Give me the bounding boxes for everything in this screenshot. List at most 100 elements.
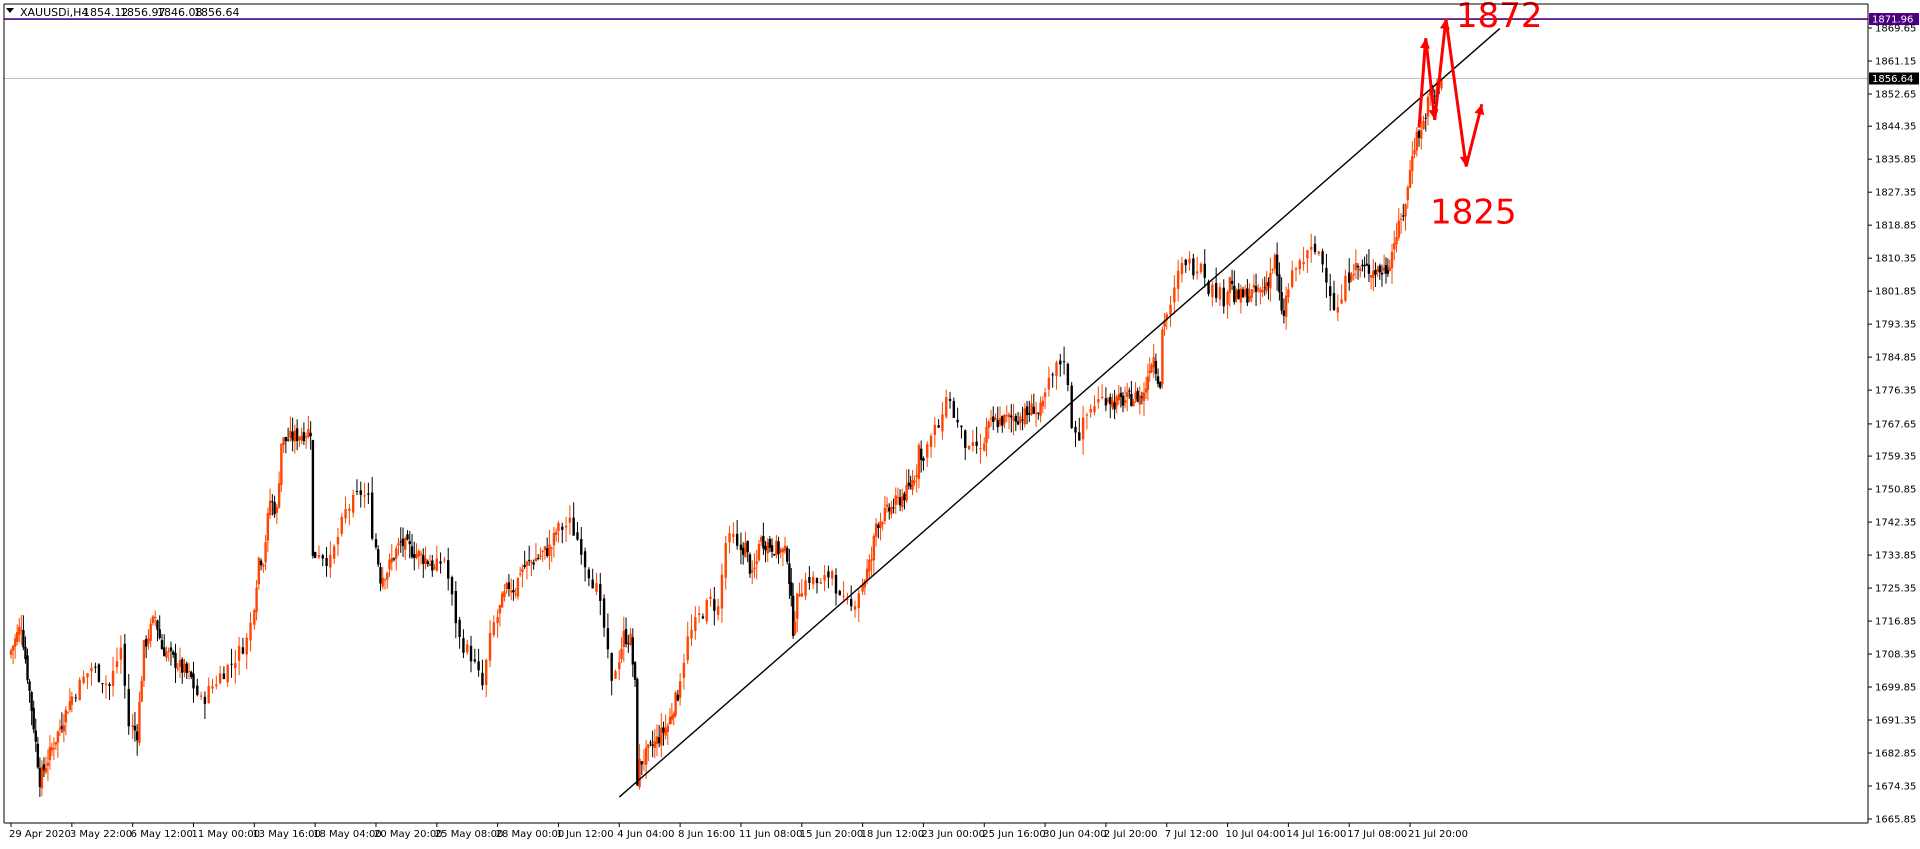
price-tick-label: 1827.35 bbox=[1875, 188, 1916, 199]
candle-body bbox=[24, 646, 27, 660]
candle-body bbox=[1336, 307, 1340, 313]
candle-body bbox=[1203, 263, 1206, 278]
candle-body bbox=[410, 546, 414, 557]
time-tick-label: 20 May 20:00 bbox=[374, 829, 443, 840]
candle-body bbox=[300, 435, 303, 441]
candle-body bbox=[149, 623, 152, 641]
candle-body bbox=[26, 655, 29, 681]
candle-body bbox=[760, 536, 763, 542]
annotation-label: 1872 bbox=[1456, 0, 1543, 36]
candle-body bbox=[104, 683, 108, 685]
candle-body bbox=[259, 560, 263, 566]
candle-body bbox=[530, 561, 533, 563]
candle-body bbox=[1259, 289, 1262, 293]
candle-body bbox=[218, 673, 222, 684]
candle-body bbox=[868, 559, 871, 572]
candle-body bbox=[610, 652, 613, 681]
candle-body bbox=[1424, 117, 1427, 119]
candle-body bbox=[894, 495, 897, 505]
candle-body bbox=[355, 490, 359, 492]
candle-body bbox=[735, 533, 739, 546]
candle-body bbox=[539, 555, 542, 557]
candle-body bbox=[46, 762, 50, 766]
candle-body bbox=[163, 647, 166, 657]
candle-body bbox=[1062, 361, 1066, 363]
candle-body bbox=[1136, 390, 1139, 402]
candle-body bbox=[271, 501, 274, 503]
candle-body bbox=[36, 743, 40, 768]
candle-body bbox=[1081, 417, 1085, 440]
candle-body bbox=[744, 542, 747, 558]
candle-body bbox=[1235, 290, 1238, 300]
candle-body bbox=[404, 538, 407, 550]
candle-body bbox=[644, 747, 648, 765]
candle-body bbox=[196, 685, 199, 696]
candle-body bbox=[1313, 243, 1317, 252]
candle-body bbox=[768, 538, 772, 548]
candle-body bbox=[500, 593, 504, 608]
candle-body bbox=[865, 568, 869, 581]
candle-body bbox=[857, 593, 860, 608]
candle-body bbox=[1066, 363, 1070, 386]
candle bbox=[1070, 382, 1073, 430]
candle-body bbox=[1298, 260, 1301, 270]
candle-body bbox=[1244, 289, 1247, 296]
candle-body bbox=[651, 744, 654, 746]
candle-body bbox=[568, 517, 572, 523]
candle-body bbox=[987, 421, 990, 428]
price-tick-label: 1682.85 bbox=[1875, 749, 1916, 760]
candle-body bbox=[1113, 402, 1116, 410]
candle-body bbox=[302, 432, 306, 442]
candle-body bbox=[1321, 251, 1324, 265]
candle-body bbox=[979, 448, 982, 450]
candle-body bbox=[424, 558, 427, 564]
symbol-title: XAUUSDi,H4 bbox=[20, 6, 88, 19]
candle-body bbox=[127, 689, 130, 727]
candle-body bbox=[1393, 243, 1396, 250]
candle-body bbox=[295, 428, 299, 442]
candle-body bbox=[415, 553, 418, 558]
candle-body bbox=[739, 544, 743, 551]
price-tick-label: 1767.65 bbox=[1875, 419, 1916, 430]
chart-canvas[interactable]: 1856.641871.9618721825 1869.651861.15185… bbox=[0, 0, 1920, 845]
candle-body bbox=[960, 425, 963, 428]
candle-body bbox=[870, 559, 873, 561]
candle-body bbox=[1192, 258, 1195, 276]
candle-body bbox=[602, 598, 606, 628]
time-tick-label: 2 Jul 20:00 bbox=[1104, 829, 1158, 840]
candle-body bbox=[207, 685, 210, 703]
price-chart[interactable]: 1856.64 1871.96 1872 1825 1869.65 1861.15 185… bbox=[0, 0, 1920, 845]
candle-body bbox=[16, 632, 19, 642]
candle-body bbox=[1140, 396, 1144, 398]
candle-body bbox=[541, 551, 544, 553]
candle-body bbox=[395, 548, 398, 559]
candle-body bbox=[450, 577, 454, 595]
candle-body bbox=[1261, 289, 1264, 293]
ohlc-close: 1856.64 bbox=[194, 6, 240, 19]
candle-body bbox=[890, 506, 893, 515]
candle-body bbox=[653, 741, 657, 749]
candle-body bbox=[926, 444, 929, 458]
price-tick-label: 1742.35 bbox=[1875, 518, 1916, 529]
candle-body bbox=[1016, 421, 1020, 425]
candle-body bbox=[1317, 251, 1321, 254]
candle-body bbox=[135, 731, 139, 741]
time-tick-label: 21 Jul 20:00 bbox=[1408, 829, 1468, 840]
candle-body bbox=[1059, 360, 1062, 365]
candle-body bbox=[555, 531, 558, 535]
candle bbox=[280, 443, 283, 493]
candle-body bbox=[317, 555, 321, 558]
candle-body bbox=[1365, 263, 1368, 266]
candle-body bbox=[348, 508, 351, 511]
current-price-label: 1856.64 bbox=[1872, 74, 1913, 85]
candle-body bbox=[907, 482, 910, 486]
candle-body bbox=[956, 419, 959, 423]
price-tick-label: 1708.35 bbox=[1875, 650, 1916, 661]
candle-body bbox=[422, 554, 425, 564]
candle-body bbox=[1007, 414, 1011, 418]
candle-body bbox=[52, 748, 56, 750]
candle-body bbox=[108, 684, 111, 686]
candle-body bbox=[1055, 362, 1058, 376]
candle-body bbox=[1218, 287, 1222, 300]
candle-body bbox=[307, 429, 310, 438]
